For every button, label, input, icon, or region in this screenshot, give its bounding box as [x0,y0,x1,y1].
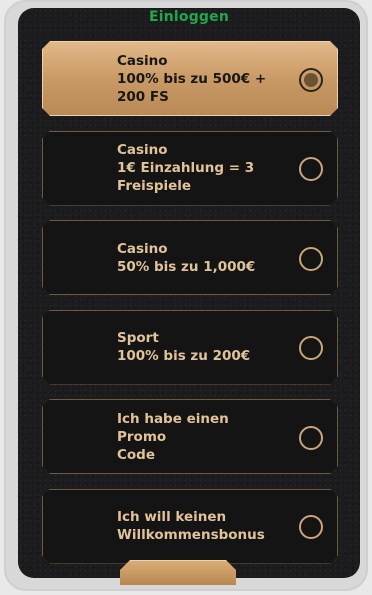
radio-button[interactable] [299,336,323,360]
bonus-option-label: Sport 100% bis zu 200€ [117,330,251,364]
radio-button[interactable] [299,68,323,92]
radio-button[interactable] [299,515,323,539]
radio-button[interactable] [299,426,323,450]
bonus-option-casino-500[interactable]: Casino 100% bis zu 500€ + 200 FS [42,41,338,116]
radio-selected-dot [304,73,318,87]
bonus-selection-screen: Einloggen Casino 100% bis zu 500€ + 200 … [18,8,360,578]
login-link[interactable]: Einloggen [18,9,360,25]
continue-button[interactable] [120,560,236,585]
bonus-option-promo-code[interactable]: Ich habe einen Promo Code [42,399,338,474]
bonus-option-label: Ich habe einen Promo Code [117,410,229,463]
bonus-option-casino-1000[interactable]: Casino 50% bis zu 1,000€ [42,220,338,295]
bonus-option-no-bonus[interactable]: Ich will keinen Willkommensbonus [42,489,338,564]
bonus-option-casino-1euro[interactable]: Casino 1€ Einzahlung = 3 Freispiele [42,131,338,206]
bonus-option-label: Casino 50% bis zu 1,000€ [117,240,256,275]
bonus-option-label: Casino 100% bis zu 500€ + 200 FS [117,52,267,105]
radio-button[interactable] [299,157,323,181]
device-frame: Einloggen Casino 100% bis zu 500€ + 200 … [4,0,368,591]
bonus-option-label: Ich will keinen Willkommensbonus [117,509,265,543]
bonus-option-sport-200[interactable]: Sport 100% bis zu 200€ [42,310,338,385]
bonus-option-label: Casino 1€ Einzahlung = 3 Freispiele [117,142,255,194]
bonus-options-list: Casino 100% bis zu 500€ + 200 FS Casino … [42,41,338,578]
radio-button[interactable] [299,247,323,271]
